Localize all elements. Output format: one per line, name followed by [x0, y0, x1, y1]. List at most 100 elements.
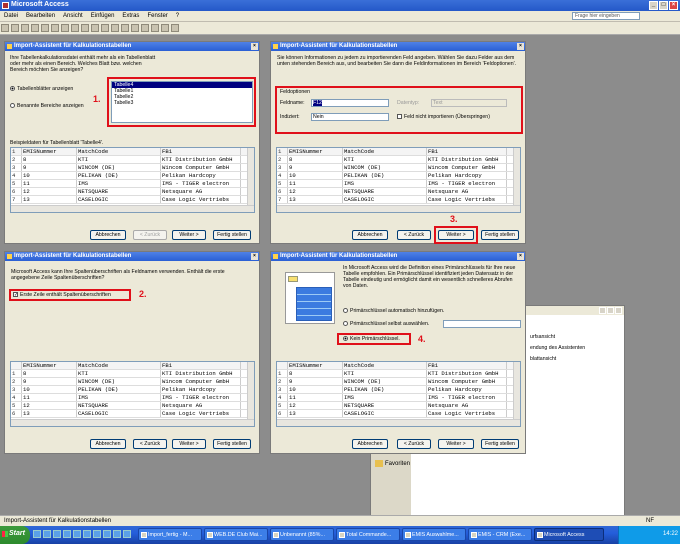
vertical-scrollbar[interactable] [513, 148, 520, 212]
vertical-scrollbar[interactable] [247, 148, 254, 212]
quicklaunch-icon[interactable] [83, 530, 91, 538]
datatype-select[interactable]: Text [431, 99, 507, 107]
cancel-button[interactable]: Abbrechen [352, 230, 388, 240]
vertical-scrollbar[interactable] [247, 362, 254, 426]
sheet-item[interactable]: Tabelle3 [112, 100, 252, 106]
relationships-icon[interactable] [151, 24, 159, 32]
taskbar-item[interactable]: EMIS - CRM (Exe... [468, 528, 532, 541]
help-icon[interactable] [171, 24, 179, 32]
properties-icon[interactable] [141, 24, 149, 32]
minimize-button[interactable]: _ [649, 1, 658, 10]
quicklaunch-icon[interactable] [113, 530, 121, 538]
cancel-button[interactable]: Abbrechen [90, 230, 126, 240]
taskbar-item[interactable]: Total Commande... [336, 528, 400, 541]
db-maximize-button[interactable] [607, 307, 614, 314]
analyze-icon[interactable] [121, 24, 129, 32]
new-icon[interactable] [1, 24, 9, 32]
back-button[interactable]: < Zurück [397, 439, 431, 449]
menu-einfuegen[interactable]: Einfügen [87, 11, 119, 21]
menu-ansicht[interactable]: Ansicht [59, 11, 87, 21]
db-item[interactable]: urfsansicht [530, 334, 555, 340]
indexed-select[interactable]: Nein [311, 113, 389, 121]
menu-fenster[interactable]: Fenster [143, 11, 171, 21]
sample-grid-4[interactable]: EMISNummer MatchCode FB1 1 8 KTI KTI Distribu… [276, 361, 521, 427]
cut-icon[interactable] [71, 24, 79, 32]
horizontal-scrollbar[interactable] [277, 205, 520, 212]
back-button[interactable]: < Zurück [133, 230, 167, 240]
copy-icon[interactable] [81, 24, 89, 32]
vertical-scrollbar[interactable] [513, 362, 520, 426]
dialog4-close-button[interactable]: × [517, 253, 524, 260]
new-object-icon[interactable] [161, 24, 169, 32]
radio-auto-key[interactable]: Primärschlüssel automatisch hinzufügen. [343, 308, 444, 314]
db-item[interactable]: endung des Assistenten [530, 345, 585, 351]
favorites-label[interactable]: Favoriten [385, 461, 410, 467]
menu-bearbeiten[interactable]: Bearbeiten [22, 11, 59, 21]
taskbar-item[interactable]: Import_fertig - M... [138, 528, 202, 541]
menu-help[interactable]: ? [172, 11, 183, 21]
spelling-icon[interactable] [61, 24, 69, 32]
horizontal-scrollbar[interactable] [11, 205, 254, 212]
horizontal-scrollbar[interactable] [277, 419, 520, 426]
taskbar-item[interactable]: EMIS Auswahlme... [402, 528, 466, 541]
next-button[interactable]: Weiter > [438, 439, 474, 449]
radio-ranges[interactable]: Benannte Bereiche anzeigen [10, 103, 84, 109]
finish-button[interactable]: Fertig stellen [481, 439, 519, 449]
quicklaunch-icon[interactable] [93, 530, 101, 538]
open-icon[interactable] [11, 24, 19, 32]
cancel-button[interactable]: Abbrechen [352, 439, 388, 449]
key-field-select[interactable] [443, 320, 521, 328]
quicklaunch-icon[interactable] [103, 530, 111, 538]
header-row-checkbox[interactable]: ✓ Erste Zeile enthält Spaltenüberschrifte… [13, 292, 111, 298]
db-minimize-button[interactable] [599, 307, 606, 314]
office-links-icon[interactable] [111, 24, 119, 32]
quicklaunch-icon[interactable] [53, 530, 61, 538]
close-button[interactable]: × [669, 1, 678, 10]
field-name-input[interactable]: F12 [311, 99, 389, 107]
code-icon[interactable] [131, 24, 139, 32]
dialog2-close-button[interactable]: × [517, 43, 524, 50]
save-icon[interactable] [21, 24, 29, 32]
sheet-list[interactable]: Tabelle4 Tabelle1 Tabelle2 Tabelle3 [111, 81, 253, 123]
quicklaunch-icon[interactable] [43, 530, 51, 538]
dialog3-close-button[interactable]: × [251, 253, 258, 260]
next-button[interactable]: Weiter > [438, 230, 474, 240]
print-icon[interactable] [41, 24, 49, 32]
sample-grid-3[interactable]: EMISNummer MatchCode FB1 1 8 KTI KTI Distribu… [10, 361, 255, 427]
menu-datei[interactable]: Datei [0, 11, 22, 21]
radio-own-key[interactable]: Primärschlüssel selbst auswählen. [343, 321, 429, 327]
skip-field-checkbox[interactable]: Feld nicht importieren (Überspringen) [397, 114, 490, 120]
radio-sheets[interactable]: Tabellenblätter anzeigen [10, 86, 73, 92]
sample-grid-1[interactable]: 1 EMISNummer MatchCode FB1 2 8 KTI KTI Distrib… [10, 147, 255, 213]
next-button[interactable]: Weiter > [172, 439, 206, 449]
dialog1-close-button[interactable]: × [251, 43, 258, 50]
quicklaunch-icon[interactable] [73, 530, 81, 538]
horizontal-scrollbar[interactable] [11, 419, 254, 426]
quicklaunch-icon[interactable] [63, 530, 71, 538]
db-close-button[interactable] [615, 307, 622, 314]
next-button[interactable]: Weiter > [172, 230, 206, 240]
search-icon[interactable] [31, 24, 39, 32]
taskbar-item-active[interactable]: Microsoft Access [534, 528, 604, 541]
undo-icon[interactable] [101, 24, 109, 32]
cancel-button[interactable]: Abbrechen [90, 439, 126, 449]
preview-icon[interactable] [51, 24, 59, 32]
help-search-input[interactable]: Frage hier eingeben [572, 12, 640, 20]
quicklaunch-icon[interactable] [123, 530, 131, 538]
menu-extras[interactable]: Extras [118, 11, 143, 21]
taskbar-item[interactable]: Unbenannt (85%... [270, 528, 334, 541]
back-button[interactable]: < Zurück [397, 230, 431, 240]
db-item[interactable]: blattansicht [530, 356, 556, 362]
finish-button[interactable]: Fertig stellen [213, 230, 251, 240]
finish-button[interactable]: Fertig stellen [481, 230, 519, 240]
clock[interactable]: 14:22 [663, 531, 678, 537]
paste-icon[interactable] [91, 24, 99, 32]
start-button[interactable]: Start [0, 526, 30, 544]
quicklaunch-icon[interactable] [33, 530, 41, 538]
back-button[interactable]: < Zurück [133, 439, 167, 449]
sample-grid-2[interactable]: 1 EMISNummer MatchCode FB1 2 8 KTI KTI Distrib… [276, 147, 521, 213]
finish-button[interactable]: Fertig stellen [213, 439, 251, 449]
maximize-button[interactable]: □ [659, 1, 668, 10]
radio-no-key[interactable]: Kein Primärschlüssel. [343, 336, 400, 342]
taskbar-item[interactable]: WEB.DE Club Mai... [204, 528, 268, 541]
